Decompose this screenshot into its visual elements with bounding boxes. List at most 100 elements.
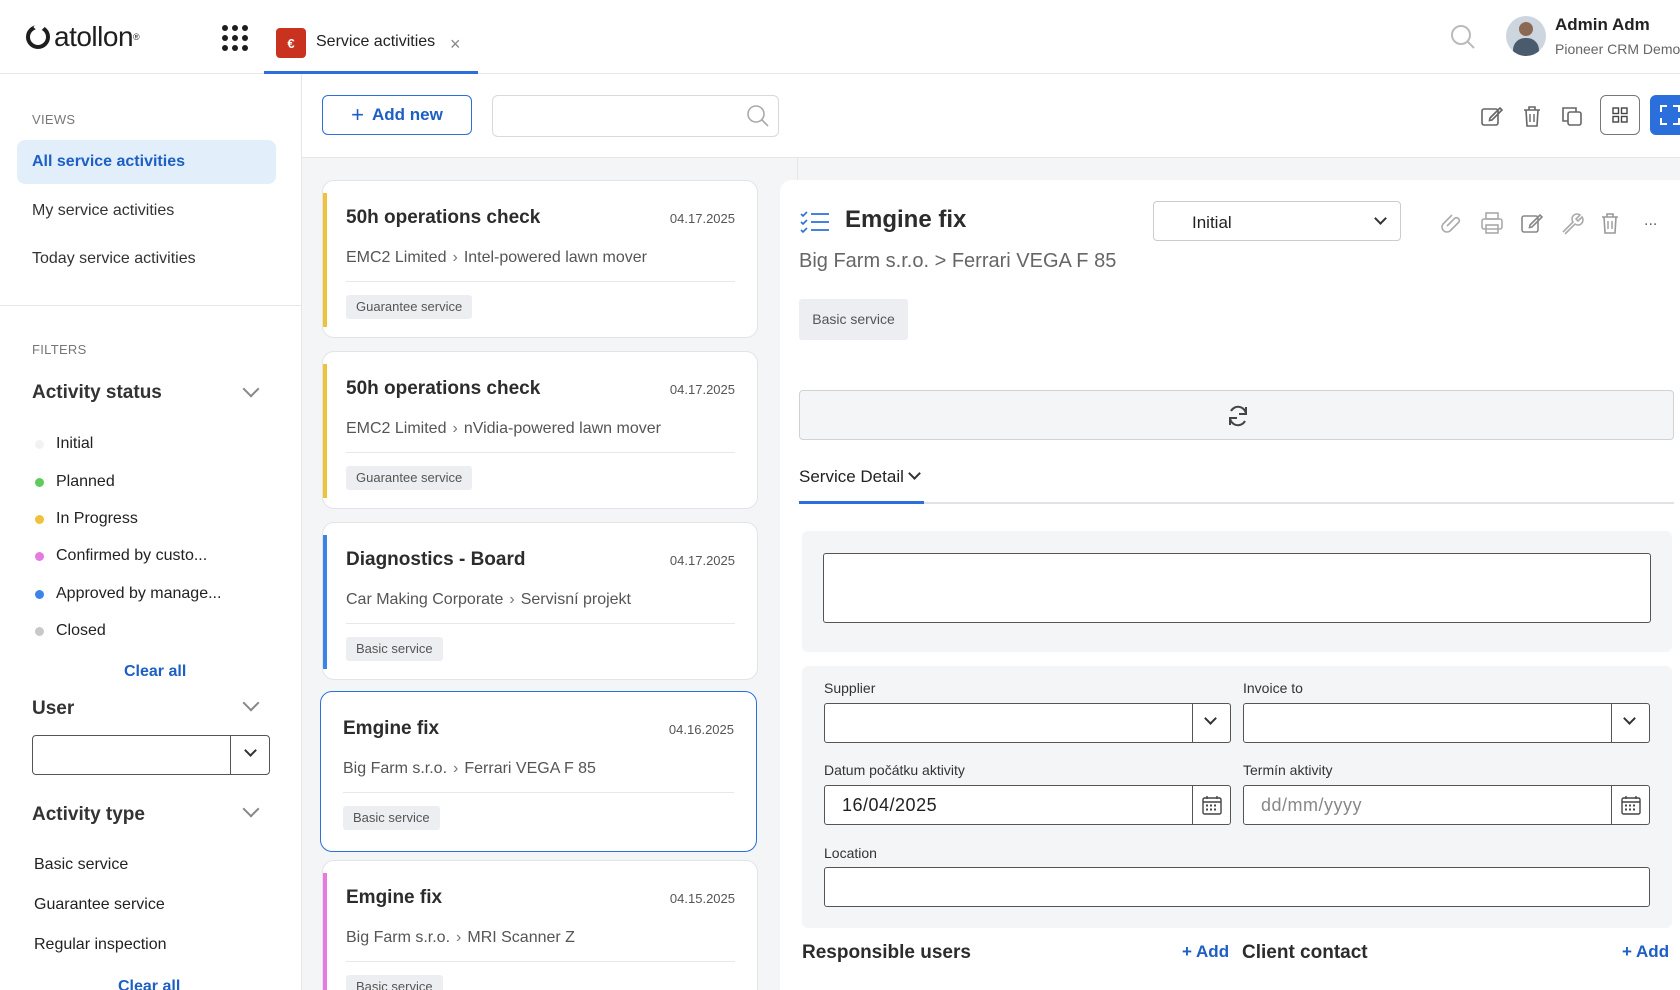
fullscreen-toggle[interactable] [1650,95,1680,135]
user-filter-chevron-icon[interactable] [242,694,260,712]
chevron-right-icon: › [509,591,515,608]
trash-icon[interactable] [1520,104,1544,128]
start-date-input[interactable]: 16/04/2025 [824,785,1231,825]
chevron-down-icon [244,744,257,757]
card-date: 04.15.2025 [669,891,735,906]
supplier-select[interactable] [824,703,1231,743]
activity-card-selected[interactable]: Emgine fix 04.16.2025 Big Farm s.r.o. › Fe… [320,691,757,852]
activity-status-title[interactable]: Activity status [32,382,162,404]
list-search-input[interactable] [492,95,779,137]
card-date: 04.17.2025 [669,382,735,397]
card-path: Car Making Corporate › Servisní projekt [346,591,631,608]
card-type-tag: Basic service [346,975,443,990]
card-view-toggle[interactable] [1600,95,1640,135]
grid-view-icon [1612,107,1628,123]
sidebar: VIEWS All service activities My service … [0,74,302,990]
card-date: 04.17.2025 [669,211,735,226]
type-filter-guarantee-service[interactable]: Guarantee service [34,896,165,914]
active-tab-indicator [799,501,924,504]
edit-icon[interactable] [1480,104,1504,128]
type-clear-all-link[interactable]: Clear all [118,978,180,990]
card-path: EMC2 Limited › Intel-powered lawn mover [346,249,648,266]
activity-card[interactable]: 50h operations check 04.17.2025 EMC2 Lim… [322,351,758,509]
tab-close-icon[interactable]: × [450,34,461,55]
tab-label: Service activities [316,33,436,50]
activity-status-chevron-icon[interactable] [242,380,260,398]
app-grid-icon[interactable] [222,25,248,51]
plus-icon: + [1622,942,1637,961]
refresh-icon[interactable] [1226,404,1250,428]
description-textarea[interactable] [823,553,1651,623]
sidebar-divider [0,305,301,306]
client-contact-heading: Client contact [1242,942,1368,963]
status-filter-in-progress[interactable]: In Progress [35,510,138,528]
activity-card[interactable]: 50h operations check 04.17.2025 EMC2 Lim… [322,180,758,338]
status-dot-icon [35,477,44,487]
status-dot-icon [35,589,44,599]
plus-icon: + [351,102,364,127]
location-input[interactable] [824,867,1650,907]
chevron-right-icon: › [456,929,462,946]
status-select[interactable]: Initial [1153,201,1401,241]
refresh-bar[interactable] [799,390,1674,440]
deadline-label: Termín aktivity [1243,762,1333,778]
add-new-button[interactable]: + Add new [322,95,472,135]
calendar-icon[interactable] [1611,786,1649,824]
activity-card[interactable]: Diagnostics - Board 04.17.2025 Car Makin… [322,522,758,680]
card-title: Emgine fix [343,718,440,739]
view-all-service-activities[interactable]: All service activities [17,140,276,184]
trash-icon[interactable] [1598,211,1622,235]
detail-path[interactable]: Big Farm s.r.o. > Ferrari VEGA F 85 [799,250,1116,273]
atollon-logo[interactable]: atollon ® [26,21,140,52]
copy-icon[interactable] [1560,104,1584,128]
card-type-tag: Guarantee service [346,295,473,319]
edit-icon[interactable] [1520,211,1544,235]
status-filter-approved[interactable]: Approved by manage... [35,585,221,603]
expand-icon [1660,105,1680,125]
card-title: 50h operations check [346,378,541,399]
user-name[interactable]: Admin Adm [1555,15,1650,35]
user-select[interactable] [32,735,270,775]
more-options-icon[interactable]: ... [1644,212,1657,230]
search-icon[interactable] [746,104,770,128]
card-title: Diagnostics - Board [346,549,526,570]
view-today-service-activities[interactable]: Today service activities [17,237,276,281]
add-responsible-user-link[interactable]: + Add [1182,942,1229,962]
status-dot-icon [35,626,44,636]
list-toolbar: + Add new [302,74,798,158]
avatar[interactable] [1506,16,1546,56]
deadline-input[interactable]: dd/mm/yyyy [1243,785,1650,825]
status-filter-closed[interactable]: Closed [35,622,106,640]
chevron-right-icon: › [452,420,458,437]
user-filter-title[interactable]: User [32,698,74,720]
view-my-service-activities[interactable]: My service activities [17,189,276,233]
activity-type-title[interactable]: Activity type [32,804,145,826]
calendar-icon[interactable] [1192,786,1230,824]
status-filter-confirmed[interactable]: Confirmed by custo... [35,547,207,565]
responsible-users-heading: Responsible users [802,942,971,963]
print-icon[interactable] [1480,211,1504,235]
card-path: EMC2 Limited › nVidia-powered lawn mover [346,420,661,437]
status-clear-all-link[interactable]: Clear all [124,663,186,681]
tab-service-activities[interactable]: € Service activities × [264,0,478,74]
wrench-icon[interactable] [1560,211,1584,235]
tab-service-detail[interactable]: Service Detail [799,467,904,487]
type-filter-basic-service[interactable]: Basic service [34,856,128,874]
add-client-contact-link[interactable]: + Add [1622,942,1669,962]
card-type-tag: Basic service [343,806,440,830]
attachment-icon[interactable] [1440,211,1464,235]
activity-card[interactable]: Emgine fix 04.15.2025 Big Farm s.r.o. › MR… [322,860,758,990]
activity-type-chevron-icon[interactable] [242,800,260,818]
card-type-tag: Guarantee service [346,466,473,490]
invoice-to-select[interactable] [1243,703,1650,743]
top-bar: atollon ® € Service activities × Admin Ad… [0,0,1680,74]
chevron-right-icon: › [453,760,459,777]
type-filter-regular-inspection[interactable]: Regular inspection [34,936,167,954]
card-title: Emgine fix [346,887,443,908]
views-label: VIEWS [32,112,76,127]
chevron-down-icon [1374,212,1387,225]
status-filter-initial[interactable]: Initial [35,435,93,453]
status-filter-planned[interactable]: Planned [35,473,115,491]
global-search-icon[interactable] [1450,24,1476,50]
status-color-bar [323,364,327,498]
